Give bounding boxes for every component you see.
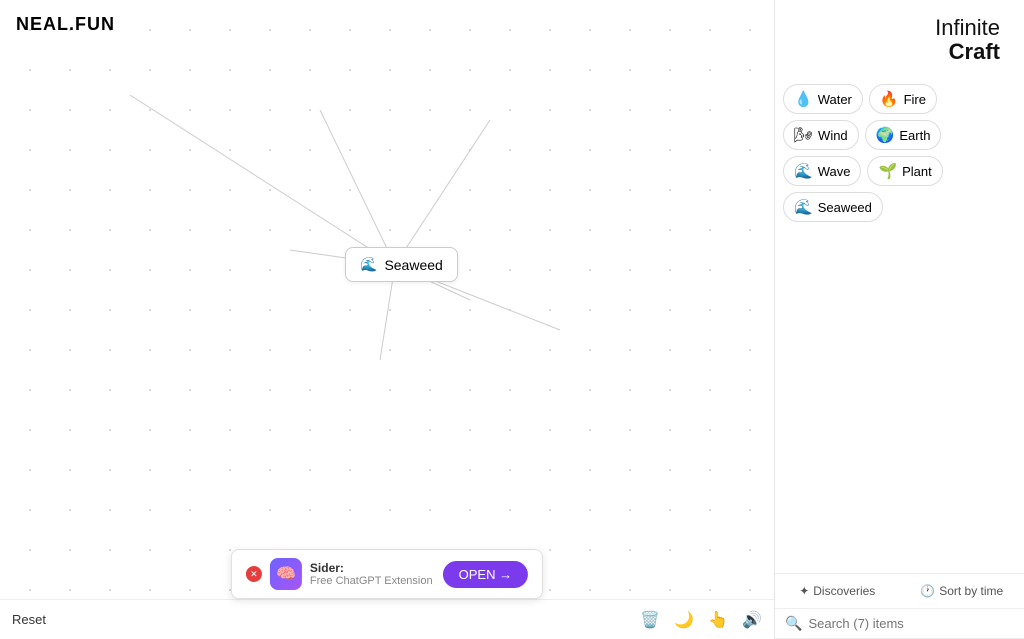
wave-emoji: 🌊 (794, 162, 813, 180)
search-input[interactable] (808, 616, 1014, 631)
discoveries-label: Discoveries (813, 584, 875, 598)
element-plant[interactable]: 🌱 Plant (867, 156, 942, 186)
fire-label: Fire (904, 92, 926, 107)
tab-discoveries[interactable]: ✦ Discoveries (775, 574, 900, 608)
sidebar: Infinite Craft 💧 Water 🔥 Fire 🌬 Wind 🌍 (774, 0, 1024, 639)
element-fire[interactable]: 🔥 Fire (869, 84, 937, 114)
sound-icon-button[interactable]: 🔊 (742, 610, 762, 630)
sidebar-spacer (775, 226, 1024, 573)
touch-icon-button[interactable]: 👆 (708, 610, 728, 630)
seaweed-chip-label: Seaweed (818, 200, 872, 215)
earth-emoji: 🌍 (876, 126, 895, 144)
moon-icon-button[interactable]: 🌙 (674, 610, 694, 630)
reset-button[interactable]: Reset (12, 612, 46, 627)
sidebar-tabs: ✦ Discoveries 🕐 Sort by time (775, 574, 1024, 609)
seaweed-label: Seaweed (384, 257, 442, 273)
sort-icon: 🕐 (920, 584, 935, 598)
tab-sort-by-time[interactable]: 🕐 Sort by time (900, 574, 1024, 608)
ad-text-block: Sider: Free ChatGPT Extension (310, 561, 433, 587)
sort-label: Sort by time (939, 584, 1003, 598)
canvas-seaweed-element[interactable]: 🌊 Seaweed (345, 247, 458, 282)
wind-emoji: 🌬 (794, 126, 813, 144)
canvas-icon-group: 🗑️ 🌙 👆 🔊 (640, 610, 762, 630)
earth-label: Earth (899, 128, 930, 143)
canvas-area[interactable]: NEAL.FUN 🌊 Seaweed ✕ 🧠 Sider: (0, 0, 774, 639)
wave-label: Wave (818, 164, 851, 179)
wind-label: Wind (818, 128, 848, 143)
seaweed-emoji: 🌊 (360, 256, 377, 273)
sidebar-bottom: ✦ Discoveries 🕐 Sort by time 🔍 (775, 573, 1024, 639)
logo-text: NEAL.FUN (16, 14, 115, 34)
search-icon: 🔍 (785, 615, 802, 632)
element-earth[interactable]: 🌍 Earth (865, 120, 942, 150)
ad-subtitle: Free ChatGPT Extension (310, 575, 433, 587)
element-wind[interactable]: 🌬 Wind (783, 120, 859, 150)
seaweed-chip-emoji: 🌊 (794, 198, 813, 216)
plant-emoji: 🌱 (878, 162, 897, 180)
ad-close-icon[interactable]: ✕ (246, 566, 262, 582)
logo: NEAL.FUN (16, 14, 115, 35)
canvas-bottom-bar: Reset 🗑️ 🌙 👆 🔊 (0, 599, 774, 639)
infinite-craft-title: Infinite Craft (783, 4, 1016, 72)
canvas-lines (0, 0, 774, 639)
sidebar-header: Infinite Craft (775, 0, 1024, 80)
search-bar: 🔍 (775, 609, 1024, 639)
trash-icon-button[interactable]: 🗑️ (640, 610, 660, 630)
plant-label: Plant (902, 164, 932, 179)
water-emoji: 💧 (794, 90, 813, 108)
ad-title: Sider: (310, 561, 433, 575)
fire-emoji: 🔥 (880, 90, 899, 108)
element-water[interactable]: 💧 Water (783, 84, 863, 114)
water-label: Water (818, 92, 852, 107)
ad-banner: ✕ 🧠 Sider: Free ChatGPT Extension OPEN → (231, 549, 543, 599)
element-seaweed[interactable]: 🌊 Seaweed (783, 192, 883, 222)
ad-open-button[interactable]: OPEN → (443, 561, 528, 588)
ad-logo-icon: 🧠 (270, 558, 302, 590)
elements-grid: 💧 Water 🔥 Fire 🌬 Wind 🌍 Earth 🌊 Wave (775, 80, 1024, 226)
element-wave[interactable]: 🌊 Wave (783, 156, 861, 186)
discoveries-icon: ✦ (799, 584, 809, 598)
